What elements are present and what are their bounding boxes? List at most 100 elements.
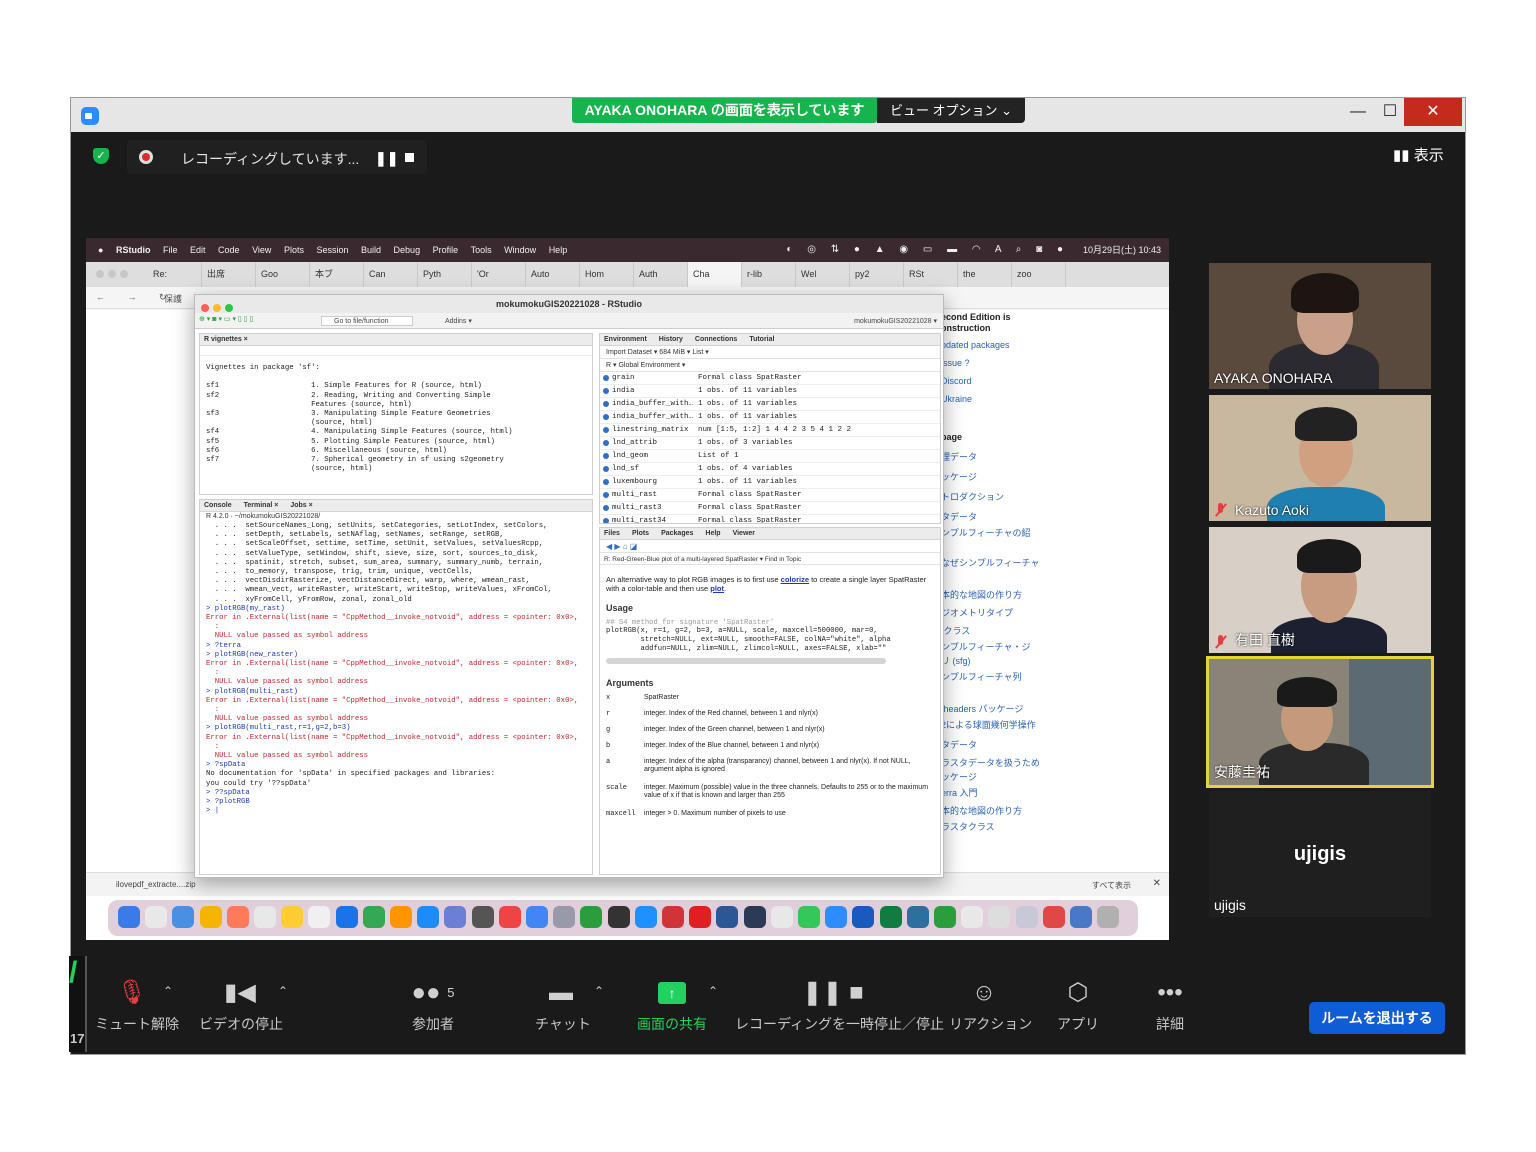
browser-tab[interactable]: Hom	[580, 262, 634, 287]
book-toc-item[interactable]: ッケージ	[941, 470, 977, 483]
book-toc-item[interactable]: issue ?	[941, 358, 970, 368]
dock-app-icon[interactable]	[770, 906, 793, 928]
dock-app-icon[interactable]	[607, 906, 630, 928]
dock-app-icon[interactable]	[390, 906, 412, 928]
close-icon[interactable]: ✕	[1153, 878, 1161, 889]
menu-view[interactable]: View	[252, 238, 271, 262]
close-icon[interactable]	[201, 304, 209, 312]
dock-app-icon[interactable]	[580, 906, 603, 928]
recording-control-button[interactable]: ❚❚ ■ レコーディングを一時停止／停止	[735, 978, 944, 1034]
dock-app-icon[interactable]	[988, 906, 1011, 928]
book-toc-item[interactable]: ンプルフィーチャ・ジ	[941, 640, 1030, 653]
browser-tab[interactable]: zoo	[1012, 262, 1066, 287]
tab-tutorial[interactable]: Tutorial	[749, 334, 774, 346]
tab-console[interactable]: Console	[204, 500, 232, 512]
environment-row[interactable]: india 1 obs. of 11 variables	[600, 385, 940, 398]
dock-app-icon[interactable]	[417, 906, 440, 928]
tab-help[interactable]: Help	[705, 528, 720, 540]
dock-app-icon[interactable]	[961, 906, 984, 928]
browser-tab[interactable]: py2	[850, 262, 904, 287]
chevron-up-icon[interactable]: ⌃	[278, 984, 288, 998]
menu-debug[interactable]: Debug	[394, 238, 421, 262]
horizontal-scrollbar[interactable]	[606, 658, 886, 664]
status-icons[interactable]: ◐ ◎ ⇅ ● ▲ ◉ ▭ ▬ ◠ A ⌕ ◙ ●	[786, 238, 1069, 262]
environment-row[interactable]: india_buffer_with… 1 obs. of 11 variables	[600, 411, 940, 424]
participant-tile[interactable]: AYAKA ONOHARA	[1209, 263, 1431, 389]
browser-tab[interactable]: 本ブ	[310, 262, 364, 287]
book-toc-item[interactable]: econd Edition is	[941, 312, 1011, 322]
menu-build[interactable]: Build	[361, 238, 381, 262]
new-file-icon[interactable]: ⊕ ▾ ◙ ▾ ▭ ▾ ▯ ▯ ▯	[199, 315, 253, 323]
menu-file[interactable]: File	[163, 238, 178, 262]
participant-tile-speaking[interactable]: 安藤圭祐	[1206, 656, 1434, 788]
dock-app-icon[interactable]	[852, 906, 875, 928]
browser-tab[interactable]: Re:	[148, 262, 202, 287]
menubar-clock[interactable]: 10月29日(土) 10:43	[1083, 238, 1161, 262]
goto-file-input[interactable]: Go to file/function	[321, 316, 413, 326]
stop-icon[interactable]	[405, 153, 414, 162]
browser-tab-active[interactable]: Cha	[688, 262, 742, 287]
apps-button[interactable]: ⬡ アプリ	[1053, 978, 1103, 1034]
browser-tab[interactable]: 'Or	[472, 262, 526, 287]
book-toc-item[interactable]: 2による球面幾何学操作	[941, 718, 1036, 731]
chat-button[interactable]: ▬ チャット	[535, 978, 591, 1034]
tab-environment[interactable]: Environment	[604, 334, 647, 346]
browser-tab[interactable]: RSt	[904, 262, 958, 287]
dock-app-icon[interactable]	[716, 906, 739, 928]
colorize-link[interactable]: colorize	[781, 575, 809, 584]
tab-packages[interactable]: Packages	[661, 528, 693, 540]
download-item[interactable]: ilovepdf_extracte....zip	[116, 880, 196, 889]
dock-app-icon[interactable]	[118, 906, 140, 928]
book-toc-item[interactable]: page	[941, 432, 962, 442]
environment-row[interactable]: grain Formal class SpatRaster	[600, 372, 940, 385]
chevron-up-icon[interactable]: ⌃	[163, 984, 173, 998]
minimize-button[interactable]: —	[1341, 98, 1375, 126]
view-toggle-button[interactable]: ▮▮ 表示	[1393, 144, 1444, 165]
dock-app-icon[interactable]	[1015, 906, 1038, 928]
participant-tile[interactable]: Kazuto Aoki	[1209, 395, 1431, 521]
book-toc-item[interactable]: pdated packages	[941, 340, 1010, 350]
browser-tab[interactable]: r-lib	[742, 262, 796, 287]
pause-icon[interactable]: ❚❚	[375, 150, 398, 167]
dock-app-icon[interactable]	[308, 906, 331, 928]
book-toc-item[interactable]: タデータ	[941, 738, 977, 751]
apple-icon[interactable]: ●	[98, 238, 103, 262]
dock-app-icon[interactable]	[199, 906, 222, 928]
view-options-button[interactable]: ビュー オプション ⌄	[877, 98, 1025, 123]
book-toc-item[interactable]: タデータ	[941, 510, 977, 523]
book-toc-item[interactable]: Discord	[941, 376, 972, 386]
book-toc-item[interactable]: トロダクション	[941, 490, 1004, 503]
dock-app-icon[interactable]	[471, 906, 494, 928]
environment-scope[interactable]: R ▾ Global Environment ▾	[600, 359, 940, 372]
book-toc-item[interactable]: なぜシンプルフィーチャ	[941, 556, 1039, 569]
browser-tab[interactable]: Pyth	[418, 262, 472, 287]
dock-app-icon[interactable]	[1097, 906, 1120, 928]
dock-app-icon[interactable]	[1070, 906, 1092, 928]
dock-app-icon[interactable]	[172, 906, 195, 928]
dock-app-icon[interactable]	[798, 906, 820, 928]
browser-tab[interactable]: Auth	[634, 262, 688, 287]
stop-video-button[interactable]: ▮◀ ビデオの停止	[199, 978, 283, 1034]
book-toc-item[interactable]: ッケージ	[941, 770, 977, 783]
book-toc-item[interactable]: ンプルフィーチャ列	[941, 670, 1021, 683]
tab-connections[interactable]: Connections	[695, 334, 737, 346]
chevron-up-icon[interactable]: ⌃	[708, 984, 718, 998]
book-toc-item[interactable]: fheaders パッケージ	[941, 702, 1023, 715]
book-toc-item[interactable]: ラスタクラス	[941, 820, 995, 833]
browser-tab[interactable]: Goo	[256, 262, 310, 287]
book-toc-item[interactable]: onstruction	[941, 323, 991, 333]
show-all-downloads-link[interactable]: すべて表示	[1092, 880, 1131, 891]
unmute-button[interactable]: 🎙 ミュート解除	[95, 978, 179, 1034]
minimize-icon[interactable]	[213, 304, 221, 312]
help-nav-icons[interactable]: ◀ ▶ ⌂ ◪	[600, 540, 940, 553]
dock-app-icon[interactable]	[689, 906, 712, 928]
environment-row[interactable]: lnd_geom List of 1	[600, 450, 940, 463]
book-toc-item[interactable]: 理データ	[941, 450, 977, 463]
tab-plots[interactable]: Plots	[632, 528, 649, 540]
dock-app-icon[interactable]	[226, 906, 249, 928]
menu-help[interactable]: Help	[549, 238, 568, 262]
book-toc-item[interactable]: 本的な地図の作り方	[941, 804, 1022, 817]
window-close-button[interactable]: ✕	[1404, 98, 1462, 126]
chevron-up-icon[interactable]: ⌃	[594, 984, 604, 998]
book-toc-item[interactable]: リ (sfg)	[941, 654, 971, 667]
